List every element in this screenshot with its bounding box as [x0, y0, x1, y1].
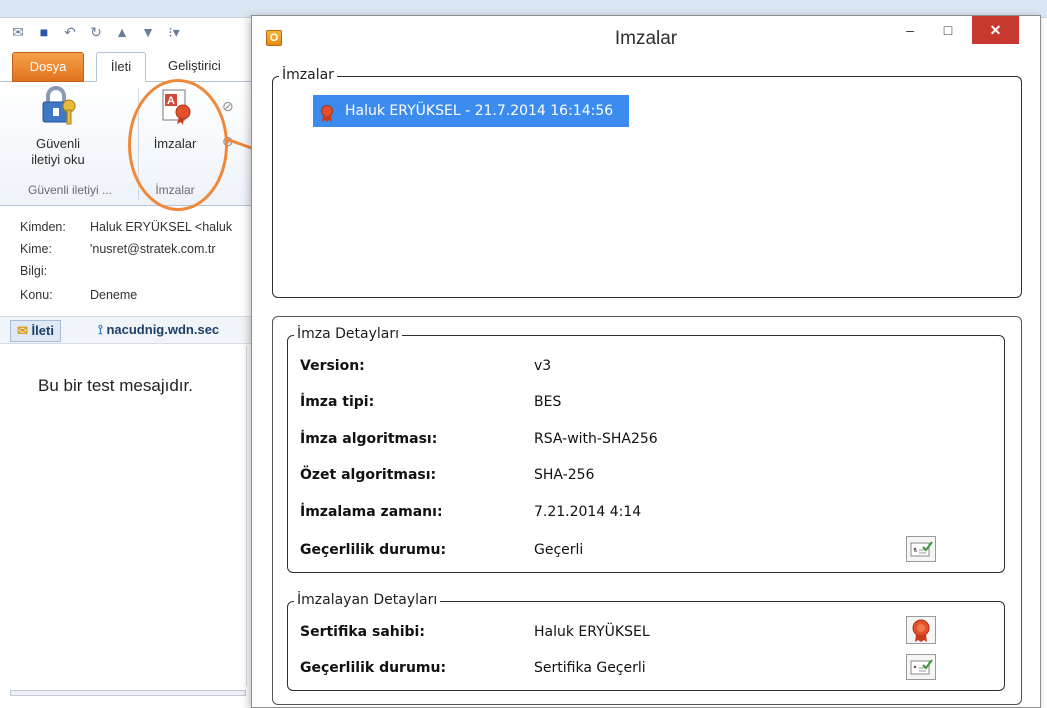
ribbon-group-secure-label: Güvenli iletiyi ...	[27, 183, 113, 197]
header-cc: Bilgi:	[20, 264, 256, 282]
signer-row-owner: Sertifika sahibi: Haluk ERYÜKSEL	[300, 616, 1000, 646]
signature-details-group: İmza Detayları Version: v3 İmza tipi: BE…	[287, 326, 1005, 573]
signature-info-panel: İmza Detayları Version: v3 İmza tipi: BE…	[272, 316, 1022, 705]
maximize-button[interactable]: □	[932, 16, 964, 44]
detail-label: İmzalama zamanı:	[300, 504, 443, 520]
subject-label: Konu:	[20, 288, 53, 302]
signer-value: Sertifika Geçerli	[534, 660, 646, 676]
message-headers: Kimden: Haluk ERYÜKSEL <haluk Kime: 'nusre…	[0, 214, 258, 310]
detail-label: Geçerlilik durumu:	[300, 542, 447, 558]
read-secure-message-label-1: Güvenli	[35, 136, 81, 151]
certificate-ribbon-icon	[912, 619, 930, 642]
signer-label: Sertifika sahibi:	[300, 624, 425, 640]
up-arrow-icon[interactable]: ▲	[114, 24, 130, 40]
signer-details-group: İmzalayan Detayları Sertifika sahibi: Ha…	[287, 592, 1005, 691]
ribbon-tab-bar: Dosya İleti Geliştirici	[0, 48, 258, 82]
to-label: Kime:	[20, 242, 52, 256]
save-icon[interactable]: ■	[36, 24, 52, 40]
subject-value: Deneme	[90, 288, 138, 302]
header-subject: Konu: Deneme	[20, 288, 256, 306]
message-attachment-bar: ✉ İleti ⟟ nacudnig.wdn.sec	[0, 316, 258, 344]
detail-label: Özet algoritması:	[300, 467, 437, 483]
read-secure-message-button[interactable]: Güvenli iletiyi oku	[10, 86, 106, 168]
message-tab-label: İleti	[31, 323, 54, 338]
signatures-dialog: Imzalar O – □ ✕ İmzalar Haluk ERYÜKSEL -…	[251, 15, 1041, 708]
tab-file[interactable]: Dosya	[12, 52, 84, 82]
attachment-tab[interactable]: ⟟ nacudnig.wdn.sec	[98, 320, 256, 342]
reading-pane-divider	[246, 346, 247, 686]
header-to: Kime: 'nusret@stratek.com.tr	[20, 242, 256, 260]
detail-label: İmza algoritması:	[300, 431, 438, 447]
certificate-validation-button[interactable]	[906, 654, 936, 680]
tab-developer[interactable]: Geliştirici	[168, 52, 248, 82]
signer-value: Haluk ERYÜKSEL	[534, 624, 650, 640]
highlight-ellipse	[128, 79, 228, 211]
attachment-icon: ⟟	[98, 322, 103, 337]
envelope-icon: ✉	[17, 323, 28, 338]
detail-value: SHA-256	[534, 467, 595, 483]
close-button[interactable]: ✕	[972, 16, 1019, 44]
horizontal-scrollbar[interactable]	[10, 690, 246, 696]
from-label: Kimden:	[20, 220, 66, 234]
outlook-app-icon: O	[266, 30, 282, 46]
signature-list-item[interactable]: Haluk ERYÜKSEL - 21.7.2014 16:14:56	[313, 95, 629, 127]
signatures-group-title: İmzalar	[279, 67, 337, 83]
down-arrow-icon[interactable]: ▼	[140, 24, 156, 40]
quick-access-toolbar: ✉ ■ ↶ ↻ ▲ ▼ ⁝▾	[10, 18, 260, 46]
detail-row-signature-type: İmza tipi: BES	[300, 394, 1000, 416]
minimize-button[interactable]: –	[894, 16, 926, 44]
attachment-tab-label: nacudnig.wdn.sec	[106, 322, 220, 337]
detail-value: RSA-with-SHA256	[534, 431, 658, 447]
detail-row-signature-algorithm: İmza algoritması: RSA-with-SHA256	[300, 431, 1000, 453]
signer-label: Geçerlilik durumu:	[300, 660, 447, 676]
mail-icon[interactable]: ✉	[10, 24, 26, 40]
detail-row-digest-algorithm: Özet algoritması: SHA-256	[300, 467, 1000, 489]
signature-details-title: İmza Detayları	[294, 326, 403, 342]
detail-value: Geçerli	[534, 542, 584, 558]
detail-label: Version:	[300, 358, 365, 374]
customize-toolbar-icon[interactable]: ⁝▾	[166, 24, 182, 40]
signature-item-label: Haluk ERYÜKSEL - 21.7.2014 16:14:56	[345, 103, 614, 119]
detail-value: BES	[534, 394, 562, 410]
detail-row-signing-time: İmzalama zamanı: 7.21.2014 4:14	[300, 504, 1000, 526]
detail-label: İmza tipi:	[300, 394, 375, 410]
message-tab[interactable]: ✉ İleti	[10, 320, 61, 342]
from-value[interactable]: Haluk ERYÜKSEL <haluk	[90, 220, 232, 234]
detail-row-version: Version: v3	[300, 358, 1000, 380]
dialog-titlebar: Imzalar O – □ ✕	[252, 16, 1040, 58]
signer-row-validity: Geçerlilik durumu: Sertifika Geçerli	[300, 654, 1000, 682]
validation-doc-icon	[910, 659, 933, 675]
read-secure-message-label-2: iletiyi oku	[31, 152, 85, 167]
signer-details-title: İmzalayan Detayları	[294, 592, 441, 608]
detail-row-validity: Geçerlilik durumu: Geçerli	[300, 536, 1000, 564]
cc-label: Bilgi:	[20, 264, 48, 278]
detail-value: 7.21.2014 4:14	[534, 504, 642, 520]
header-from: Kimden: Haluk ERYÜKSEL <haluk	[20, 220, 256, 238]
to-value[interactable]: 'nusret@stratek.com.tr	[90, 242, 216, 256]
tab-message[interactable]: İleti	[96, 52, 146, 82]
view-certificate-button[interactable]	[906, 616, 936, 644]
validation-doc-icon	[910, 541, 933, 557]
undo-icon[interactable]: ↶	[62, 24, 78, 40]
redo-icon[interactable]: ↻	[88, 24, 104, 40]
message-body: Bu bir test mesajıdır.	[38, 376, 193, 395]
validation-report-button[interactable]	[906, 536, 936, 562]
detail-value: v3	[534, 358, 552, 374]
signatures-group: İmzalar Haluk ERYÜKSEL - 21.7.2014 16:14…	[272, 67, 1022, 298]
certificate-ribbon-icon	[319, 103, 335, 135]
padlock-key-icon	[38, 86, 78, 126]
